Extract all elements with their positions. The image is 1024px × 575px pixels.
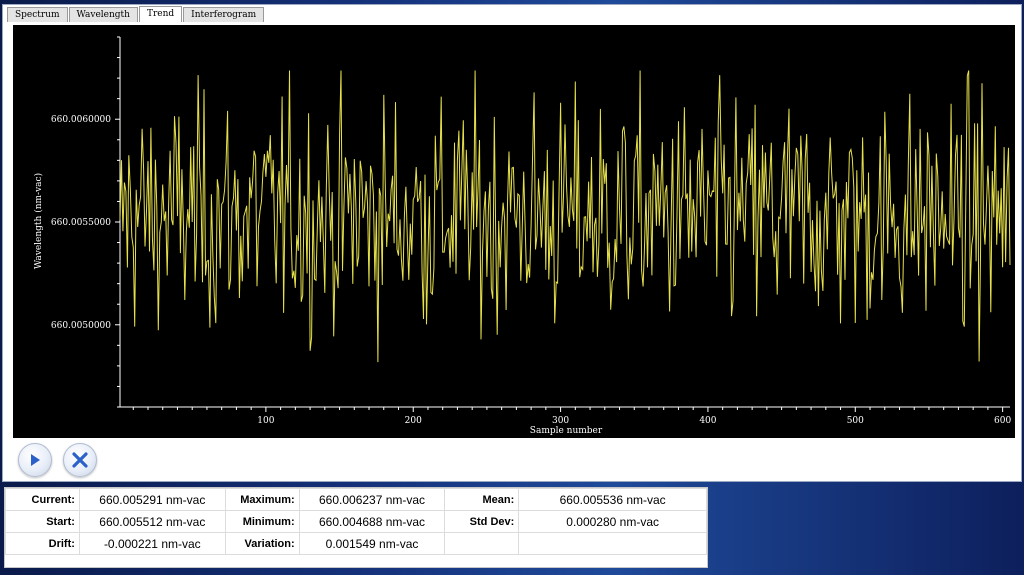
empty-cell (444, 532, 520, 555)
tab-trend[interactable]: Trend (138, 6, 183, 22)
current-value: 660.005291 nm-vac (78, 488, 226, 511)
mean-value: 660.005536 nm-vac (518, 488, 707, 511)
x-tick-label: 500 (847, 416, 864, 426)
tab-bar: Spectrum Wavelength Trend Interferogram (7, 6, 265, 23)
x-tick-label: 200 (405, 416, 422, 426)
stats-row: Start: 660.005512 nm-vac Minimum: 660.00… (5, 510, 707, 533)
y-tick-label: 660.0055000 (51, 218, 111, 228)
stats-row: Drift: -0.000221 nm-vac Variation: 0.001… (5, 532, 707, 555)
maximum-value: 660.006237 nm-vac (298, 488, 446, 511)
mean-label: Mean: (444, 488, 520, 511)
maximum-label: Maximum: (224, 488, 300, 511)
statistics-table: Current: 660.005291 nm-vac Maximum: 660.… (5, 488, 707, 555)
close-x-icon (72, 452, 88, 468)
tab-wavelength[interactable]: Wavelength (68, 7, 138, 22)
series-trace-group (119, 70, 1011, 363)
start-label: Start: (5, 510, 80, 533)
stats-row: Current: 660.005291 nm-vac Maximum: 660.… (5, 488, 707, 511)
series-wavelength-line (119, 70, 1011, 363)
y-tick-label: 660.0050000 (51, 321, 111, 331)
stop-button[interactable] (63, 443, 97, 477)
tab-interferogram[interactable]: Interferogram (183, 7, 265, 22)
trend-chart-svg: 100 200 300 400 500 600 660.0050000 660.0055000… (33, 36, 1011, 436)
std-dev-value: 0.000280 nm-vac (518, 510, 707, 533)
play-button[interactable] (18, 443, 52, 477)
tab-spectrum[interactable]: Spectrum (7, 7, 68, 22)
drift-label: Drift: (5, 532, 80, 555)
current-label: Current: (5, 488, 80, 511)
minimum-label: Minimum: (224, 510, 300, 533)
variation-value: 0.001549 nm-vac (298, 532, 446, 555)
y-tick-label: 660.0060000 (51, 115, 111, 125)
x-tick-label: 300 (552, 416, 569, 426)
x-tick-label: 100 (257, 416, 274, 426)
empty-cell (518, 532, 707, 555)
y-axis-label: Wavelength (nm-vac) (33, 173, 44, 269)
x-tick-label: 600 (994, 416, 1011, 426)
minimum-value: 660.004688 nm-vac (298, 510, 446, 533)
x-axis-label: Sample number (530, 426, 603, 436)
play-icon (31, 454, 40, 466)
start-value: 660.005512 nm-vac (78, 510, 226, 533)
drift-value: -0.000221 nm-vac (78, 532, 226, 555)
variation-label: Variation: (224, 532, 300, 555)
std-dev-label: Std Dev: (444, 510, 520, 533)
trend-plot: 100 200 300 400 500 600 660.0050000 660.0055000… (13, 25, 1015, 438)
statistics-panel: Current: 660.005291 nm-vac Maximum: 660.… (4, 487, 708, 568)
trend-window: Spectrum Wavelength Trend Interferogram … (2, 4, 1022, 482)
x-tick-label: 400 (699, 416, 716, 426)
